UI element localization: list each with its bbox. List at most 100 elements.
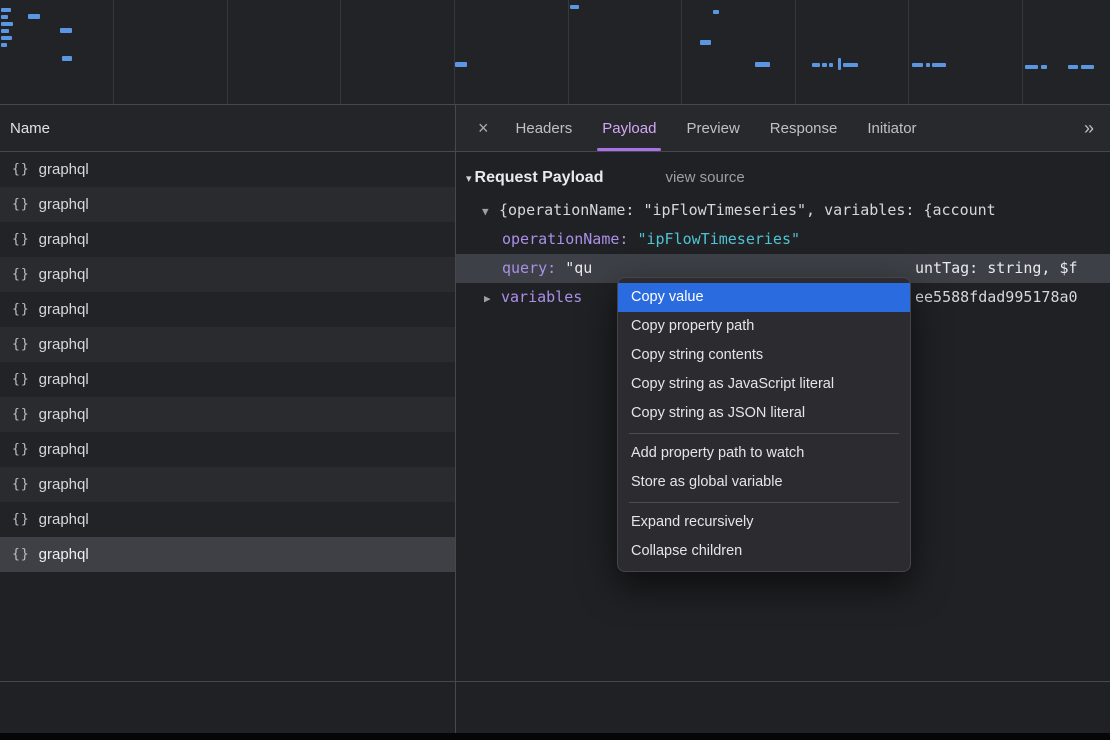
timeline-request-bar[interactable] xyxy=(28,14,40,19)
timeline-gridline xyxy=(454,0,455,104)
request-name: graphql xyxy=(39,406,89,423)
json-braces-icon: {} xyxy=(12,302,30,317)
tree-row-operation-name[interactable]: operationName: "ipFlowTimeseries" xyxy=(456,225,1110,254)
timeline-gridline xyxy=(908,0,909,104)
timeline-gridline xyxy=(681,0,682,104)
menu-item-copy-value[interactable]: Copy value xyxy=(618,283,910,312)
timeline-request-bar[interactable] xyxy=(713,10,719,14)
timeline-request-bar[interactable] xyxy=(1,36,12,40)
timeline-request-bar[interactable] xyxy=(1,29,9,33)
timeline-request-bar[interactable] xyxy=(455,62,467,67)
tab-response[interactable]: Response xyxy=(755,105,853,151)
timeline-request-bar[interactable] xyxy=(838,58,841,70)
panel-split-divider[interactable] xyxy=(455,682,456,733)
json-braces-icon: {} xyxy=(12,197,30,212)
timeline-request-bar[interactable] xyxy=(1081,65,1094,69)
request-name: graphql xyxy=(39,336,89,353)
expand-triangle-icon[interactable]: ▼ xyxy=(482,197,499,225)
tab-initiator[interactable]: Initiator xyxy=(852,105,931,151)
menu-item-copy-property-path[interactable]: Copy property path xyxy=(618,312,910,341)
footer-divider xyxy=(0,681,1110,682)
request-row[interactable]: {}graphql xyxy=(0,222,455,257)
json-braces-icon: {} xyxy=(12,372,30,387)
timeline-request-bar[interactable] xyxy=(822,63,827,67)
request-row[interactable]: {} graphql xyxy=(0,397,455,432)
timeline-gridline xyxy=(113,0,114,104)
menu-item-copy-string-as-javascript-literal[interactable]: Copy string as JavaScript literal xyxy=(618,370,910,399)
request-name: graphql xyxy=(39,266,89,283)
close-icon[interactable]: × xyxy=(466,118,501,139)
menu-item-add-property-path-to-watch[interactable]: Add property path to watch xyxy=(618,439,910,468)
menu-item-copy-string-contents[interactable]: Copy string contents xyxy=(618,341,910,370)
more-tabs-icon[interactable]: » xyxy=(1084,118,1094,139)
menu-item-collapse-children[interactable]: Collapse children xyxy=(618,537,910,566)
timeline-request-bar[interactable] xyxy=(1,15,8,19)
menu-item-expand-recursively[interactable]: Expand recursively xyxy=(618,508,910,537)
json-braces-icon: {} xyxy=(12,547,30,562)
request-name: graphql xyxy=(39,196,89,213)
devtools-network-panel: Name {} graphql {} graphql {} graphql {} graphq… xyxy=(0,0,1110,740)
request-row[interactable]: {}graphql xyxy=(0,152,455,187)
context-menu: Copy valueCopy property pathCopy string … xyxy=(617,277,911,572)
expand-triangle-icon[interactable]: ▶ xyxy=(484,284,501,312)
timeline-request-bar[interactable] xyxy=(812,63,820,67)
timeline-request-bar[interactable] xyxy=(1068,65,1078,69)
request-row[interactable]: {} graphql xyxy=(0,537,455,572)
menu-item-store-as-global-variable[interactable]: Store as global variable xyxy=(618,468,910,497)
timeline-gridline xyxy=(1022,0,1023,104)
request-row[interactable]: {}graphql xyxy=(0,432,455,467)
property-value: "ipFlowTimeseries" xyxy=(637,230,800,248)
timeline-request-bar[interactable] xyxy=(700,40,711,45)
request-payload-section: ▾ Request Payload view source xyxy=(456,152,1110,187)
detail-tabbar: × HeadersPayloadPreviewResponseInitiator… xyxy=(456,105,1110,152)
timeline-request-bar[interactable] xyxy=(62,56,72,61)
request-name: graphql xyxy=(39,546,89,563)
timeline-request-bar[interactable] xyxy=(1025,65,1038,69)
name-column-label: Name xyxy=(10,120,50,137)
timeline-request-bar[interactable] xyxy=(932,63,946,67)
request-row[interactable]: {}graphql xyxy=(0,292,455,327)
tab-preview[interactable]: Preview xyxy=(671,105,754,151)
section-collapse-triangle-icon[interactable]: ▾ xyxy=(466,172,472,185)
network-main-split: Name {} graphql {} graphql {} graphql {} graphq… xyxy=(0,105,1110,681)
property-value-continued: ee5588fdad995178a0 xyxy=(915,283,1078,312)
timeline-request-bar[interactable] xyxy=(1041,65,1047,69)
json-braces-icon: {} xyxy=(12,337,30,352)
timeline-request-bar[interactable] xyxy=(755,62,770,67)
request-table: Name {} graphql {} graphql {} graphql {} graphq… xyxy=(0,105,456,681)
request-row[interactable]: {}graphql xyxy=(0,257,455,292)
request-row[interactable]: {} graphql xyxy=(0,327,455,362)
property-key: operationName: xyxy=(502,230,637,248)
tab-headers[interactable]: Headers xyxy=(501,105,588,151)
tree-row-root[interactable]: ▼{operationName: "ipFlowTimeseries", var… xyxy=(456,196,1110,225)
timeline-request-bar[interactable] xyxy=(570,5,579,9)
json-braces-icon: {} xyxy=(12,232,30,247)
menu-divider xyxy=(629,502,899,503)
timeline-request-bar[interactable] xyxy=(912,63,923,67)
name-column-header[interactable]: Name xyxy=(0,105,455,152)
menu-divider xyxy=(629,433,899,434)
request-row[interactable]: {}graphql xyxy=(0,467,455,502)
timeline-request-bar[interactable] xyxy=(1,22,13,26)
timeline-gridline xyxy=(795,0,796,104)
window-bottom-edge xyxy=(0,733,1110,740)
timeline-request-bar[interactable] xyxy=(926,63,930,67)
tab-strip: HeadersPayloadPreviewResponseInitiator xyxy=(501,105,932,151)
timeline-request-bar[interactable] xyxy=(829,63,833,67)
view-source-link[interactable]: view source xyxy=(665,169,744,186)
timeline-request-bar[interactable] xyxy=(1,8,11,12)
timeline-request-bar[interactable] xyxy=(1,43,7,47)
request-name: graphql xyxy=(39,161,89,178)
timeline-request-bar[interactable] xyxy=(60,28,72,33)
request-name: graphql xyxy=(39,511,89,528)
request-name: graphql xyxy=(39,371,89,388)
request-row[interactable]: {} graphql xyxy=(0,187,455,222)
request-row[interactable]: {} graphql xyxy=(0,362,455,397)
tab-payload[interactable]: Payload xyxy=(587,105,671,151)
root-preview-text: {operationName: "ipFlowTimeseries", vari… xyxy=(499,201,996,219)
timeline-request-bar[interactable] xyxy=(843,63,858,67)
request-row[interactable]: {}graphql xyxy=(0,502,455,537)
menu-item-copy-string-as-json-literal[interactable]: Copy string as JSON literal xyxy=(618,399,910,428)
timeline-overview[interactable] xyxy=(0,0,1110,105)
json-braces-icon: {} xyxy=(12,407,30,422)
